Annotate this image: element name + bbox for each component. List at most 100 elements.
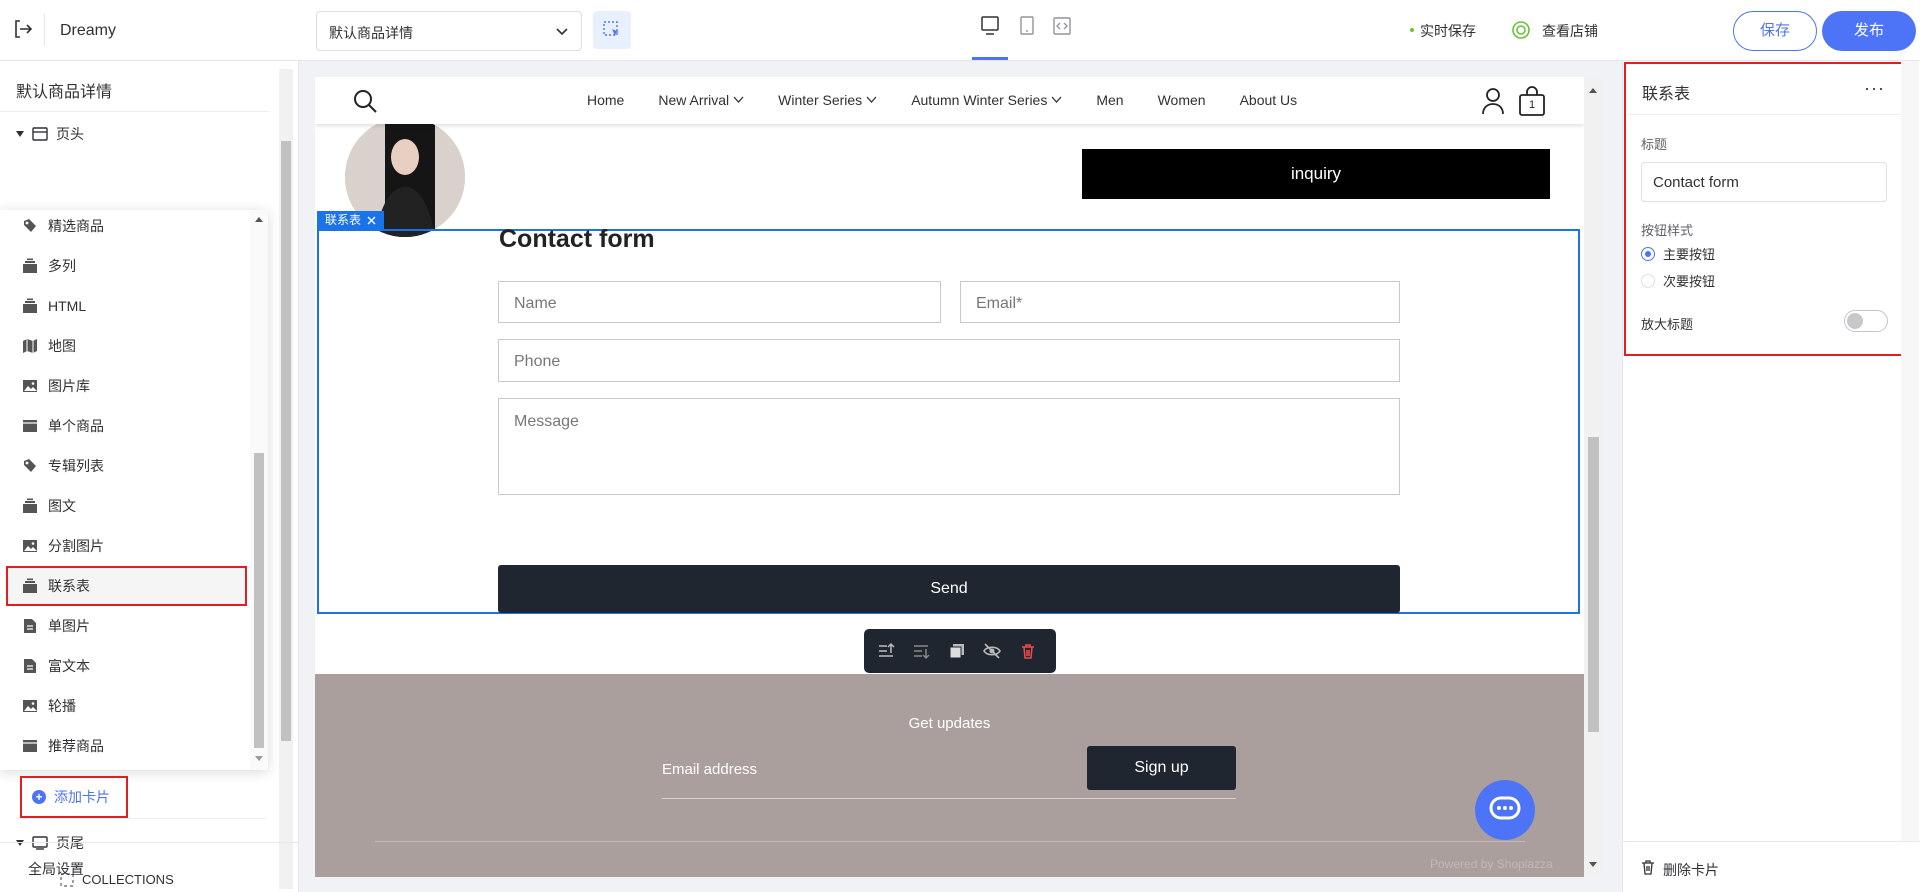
select-element-button[interactable] <box>593 11 631 49</box>
tag-icon <box>22 458 38 474</box>
active-view-indicator <box>972 57 1008 60</box>
email-input[interactable]: Email* <box>960 281 1400 323</box>
cart-count: 1 <box>1529 99 1536 111</box>
scroll-up-icon[interactable] <box>255 216 263 222</box>
enlarge-title-toggle[interactable] <box>1844 310 1888 332</box>
preview-canvas: Home New Arrival Winter Series Autumn Wi… <box>315 77 1584 877</box>
menu-item[interactable]: 专辑列表 <box>0 446 250 486</box>
publish-button[interactable]: 发布 <box>1822 11 1916 51</box>
scroll-up-icon[interactable] <box>1589 87 1597 93</box>
nav-women[interactable]: Women <box>1158 92 1206 108</box>
menu-item[interactable]: 精选商品 <box>0 210 250 246</box>
radio-unchecked-icon <box>1641 273 1655 288</box>
code-view-icon[interactable] <box>1050 14 1074 38</box>
template-select-value: 默认商品详情 <box>329 25 413 41</box>
menu-item-label: 单图片 <box>48 618 90 634</box>
menu-item[interactable]: 图文 <box>0 486 250 526</box>
menu-item[interactable]: 分割图片 <box>0 526 250 566</box>
sign-up-button[interactable]: Sign up <box>1087 746 1236 790</box>
chat-icon <box>1489 796 1521 820</box>
duplicate-icon[interactable] <box>947 641 967 661</box>
hide-icon[interactable] <box>982 641 1002 661</box>
menu-item[interactable]: 多列 <box>0 246 250 286</box>
newsletter-email-input[interactable]: Email address <box>662 761 757 778</box>
scrollbar-thumb[interactable] <box>254 453 264 748</box>
send-button[interactable]: Send <box>498 565 1400 613</box>
chevron-down-icon <box>556 28 568 36</box>
nav-link-label: New Arrival <box>658 92 730 108</box>
menu-item-label: 联系表 <box>48 578 90 594</box>
menu-item[interactable]: 单个商品 <box>0 406 250 446</box>
add-card-label: 添加卡片 <box>54 789 110 805</box>
delete-icon[interactable] <box>1018 641 1038 661</box>
view-shop-link[interactable]: 查看店铺 <box>1542 21 1598 41</box>
nav-new-arrival[interactable]: New Arrival <box>658 92 744 108</box>
menu-item-label: 图片库 <box>48 378 90 394</box>
divider <box>375 841 1525 842</box>
radio-primary-label: 主要按钮 <box>1663 247 1716 262</box>
exit-icon[interactable] <box>12 18 34 40</box>
section-tag[interactable]: 联系表 <box>317 211 385 230</box>
scroll-down-icon[interactable] <box>255 756 263 762</box>
tag-icon <box>22 218 38 234</box>
plus-circle-icon: + <box>32 790 46 804</box>
nav-about-us[interactable]: About Us <box>1240 92 1298 108</box>
divider <box>662 798 1236 799</box>
left-panel: 默认商品详情 页头 精选商品 多列 HTML 地图 图片库 单个商品 专辑列表 图文 分割图片联… <box>0 61 299 892</box>
caret-down-icon <box>16 131 24 137</box>
stack-icon <box>22 498 38 514</box>
user-icon[interactable] <box>1481 87 1505 115</box>
radio-secondary-button[interactable]: 次要按钮 <box>1641 271 1715 290</box>
name-input[interactable]: Name <box>498 281 941 323</box>
scrollbar-thumb[interactable] <box>1588 437 1599 732</box>
menu-item-label: 多列 <box>48 258 76 274</box>
shop-icon[interactable] <box>1511 20 1531 40</box>
nav-winter-series[interactable]: Winter Series <box>778 92 877 108</box>
template-select[interactable]: 默认商品详情 <box>316 11 582 51</box>
cart-icon[interactable]: 1 <box>1518 86 1546 116</box>
title-input[interactable]: Contact form <box>1641 162 1887 202</box>
menu-item[interactable]: HTML <box>0 286 250 326</box>
scrollbar-thumb[interactable] <box>281 141 291 741</box>
nav-autumn-winter-series[interactable]: Autumn Winter Series <box>911 92 1062 108</box>
menu-item[interactable]: 轮播 <box>0 686 250 726</box>
menu-item[interactable]: 图片库 <box>0 366 250 406</box>
tree-header-group[interactable]: 页头 <box>16 124 84 144</box>
add-card-button[interactable]: + 添加卡片 <box>20 776 128 818</box>
inquiry-button[interactable]: inquiry <box>1082 149 1550 199</box>
menu-item[interactable]: 联系表 <box>6 566 247 606</box>
canvas-scrollbar[interactable] <box>1584 77 1602 877</box>
search-icon[interactable] <box>352 88 378 114</box>
right-scrollbar[interactable] <box>1901 61 1919 841</box>
menu-item[interactable]: 推荐商品 <box>0 726 250 766</box>
nav-link-label: Men <box>1096 92 1124 108</box>
chat-button[interactable] <box>1475 780 1535 840</box>
move-up-icon[interactable] <box>876 641 896 661</box>
move-down-icon[interactable] <box>911 641 931 661</box>
delete-card-label: 删除卡片 <box>1663 862 1719 878</box>
menu-scrollbar[interactable] <box>250 210 268 770</box>
tablet-view-icon[interactable] <box>1015 14 1039 38</box>
close-icon[interactable] <box>367 216 376 225</box>
menu-item[interactable]: 富文本 <box>0 646 250 686</box>
desktop-view-icon[interactable] <box>978 14 1002 38</box>
scroll-down-icon[interactable] <box>1589 862 1597 868</box>
radio-checked-icon <box>1641 246 1655 261</box>
nav-link-label: Winter Series <box>778 92 863 108</box>
autosave-status: 实时保存 <box>1410 23 1476 39</box>
save-button[interactable]: 保存 <box>1733 11 1817 51</box>
menu-item-label: 单个商品 <box>48 418 104 434</box>
phone-input[interactable]: Phone <box>498 339 1400 382</box>
menu-item[interactable]: 地图 <box>0 326 250 366</box>
nav-men[interactable]: Men <box>1096 92 1123 108</box>
delete-card-button[interactable]: 删除卡片 <box>1623 841 1920 892</box>
nav-home[interactable]: Home <box>587 92 624 108</box>
image-icon <box>22 538 38 554</box>
menu-item-label: 精选商品 <box>48 218 104 234</box>
message-textarea[interactable]: Message <box>498 398 1400 495</box>
left-scrollbar[interactable] <box>279 69 293 889</box>
more-icon[interactable]: ··· <box>1864 78 1885 99</box>
radio-primary-button[interactable]: 主要按钮 <box>1641 244 1715 263</box>
global-settings[interactable]: 全局设置 <box>0 842 299 892</box>
menu-item[interactable]: 单图片 <box>0 606 250 646</box>
